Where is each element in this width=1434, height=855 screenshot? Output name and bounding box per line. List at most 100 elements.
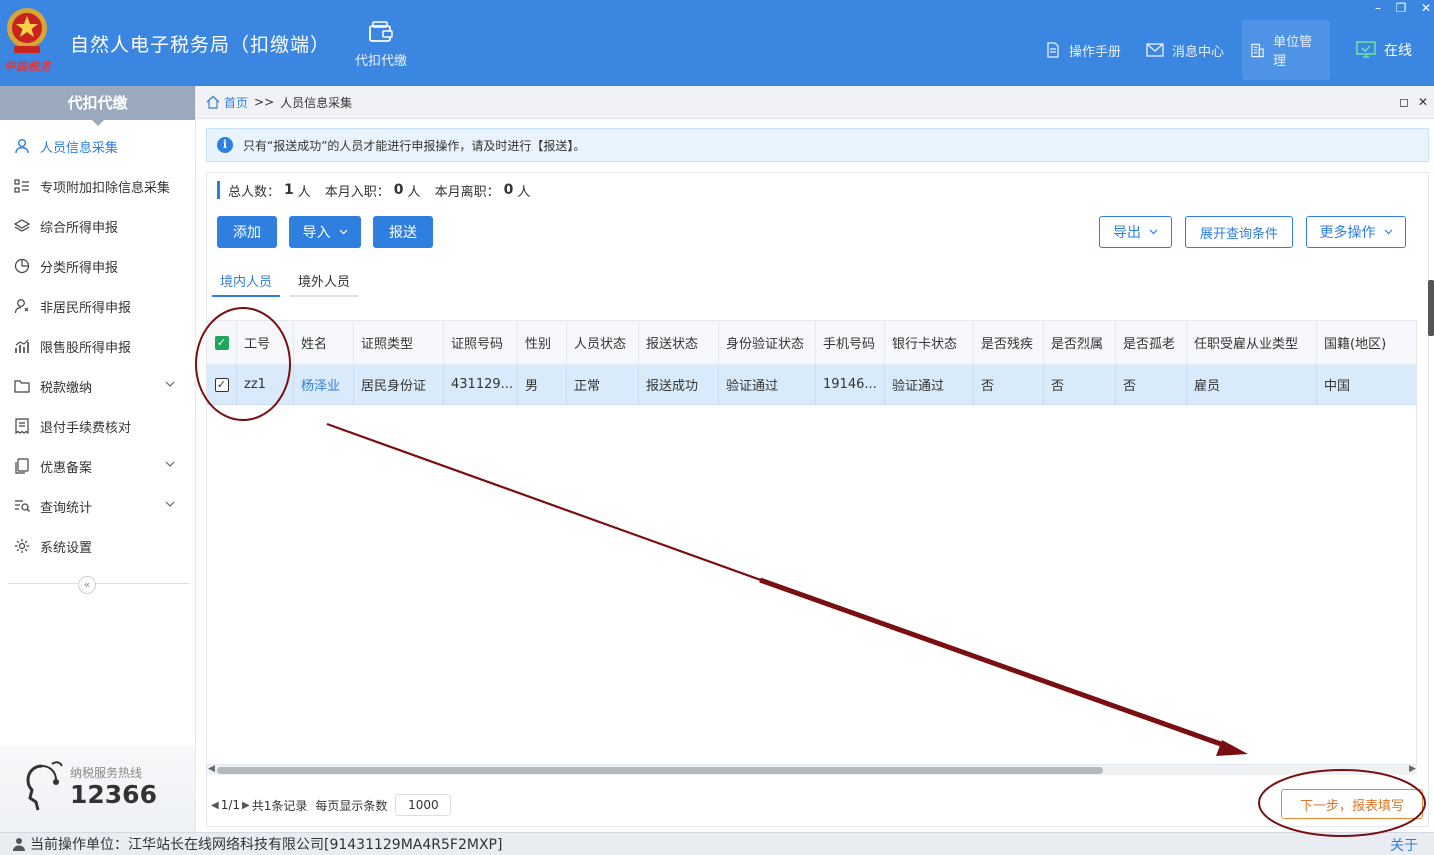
module-withholding[interactable]: 代扣代缴 bbox=[345, 20, 417, 69]
column-header[interactable]: 性别 bbox=[518, 321, 567, 364]
cell-bank-status: 验证通过 bbox=[885, 365, 974, 404]
restore-window-button[interactable]: ❐ bbox=[1393, 1, 1409, 15]
cell-gender: 男 bbox=[518, 365, 567, 404]
sidebar-item-query-stats[interactable]: 查询统计 bbox=[0, 486, 195, 526]
chevron-down-icon bbox=[165, 501, 175, 507]
message-center-label: 消息中心 bbox=[1172, 44, 1225, 60]
manual-button[interactable]: 操作手册 bbox=[1037, 20, 1129, 80]
column-header[interactable]: 人员状态 bbox=[567, 321, 639, 364]
column-header[interactable]: 证照号码 bbox=[444, 321, 518, 364]
info-icon: i bbox=[217, 137, 233, 153]
app-title: 自然人电子税务局（扣缴端） bbox=[70, 34, 331, 56]
sidebar-item-special-deduction[interactable]: 专项附加扣除信息采集 bbox=[0, 166, 195, 206]
select-all-cell[interactable]: ✓ bbox=[207, 321, 237, 364]
expand-query-button[interactable]: 展开查询条件 bbox=[1185, 216, 1293, 248]
row-checkbox[interactable]: ✓ bbox=[214, 377, 229, 392]
vertical-scrollbar[interactable] bbox=[1428, 280, 1434, 336]
total-records: 共1条记录 bbox=[251, 798, 308, 813]
scroll-right-arrow-icon[interactable]: ▶ bbox=[1409, 764, 1416, 774]
tab-domestic[interactable]: 境内人员 bbox=[212, 265, 281, 297]
personnel-tabs: 境内人员 境外人员 bbox=[212, 265, 368, 297]
column-header[interactable]: 是否孤老 bbox=[1116, 321, 1187, 364]
chevron-down-icon bbox=[1149, 229, 1158, 235]
table-header: ✓ 工号 姓名 证照类型 证照号码 性别 人员状态 报送状态 身份验证状态 手机… bbox=[207, 321, 1416, 365]
minimize-window-button[interactable]: – bbox=[1370, 1, 1386, 15]
more-actions-button[interactable]: 更多操作 bbox=[1306, 216, 1406, 248]
sidebar-item-label: 系统设置 bbox=[40, 540, 93, 556]
about-link[interactable]: 关于 bbox=[1390, 835, 1418, 855]
sidebar-item-preferential-filing[interactable]: 优惠备案 bbox=[0, 446, 195, 486]
column-header[interactable]: 证照类型 bbox=[354, 321, 444, 364]
column-header[interactable]: 是否残疾 bbox=[974, 321, 1044, 364]
prev-page-icon[interactable]: ◀ bbox=[211, 800, 219, 811]
sidebar: 代扣代缴 人员信息采集 专项附加扣除信息采集 综合所得申报 分类所得申报 非居民… bbox=[0, 86, 196, 832]
cell-disabled: 否 bbox=[974, 365, 1044, 404]
column-header[interactable]: 国籍(地区) bbox=[1317, 321, 1416, 364]
collapse-sidebar-button[interactable]: « bbox=[78, 576, 96, 594]
column-header[interactable]: 任职受雇从业类型 bbox=[1187, 321, 1317, 364]
import-label: 导入 bbox=[302, 225, 331, 241]
scroll-left-arrow-icon[interactable]: ◀ bbox=[208, 764, 215, 774]
export-button[interactable]: 导出 bbox=[1099, 216, 1172, 248]
submit-button[interactable]: 报送 bbox=[373, 216, 433, 248]
online-status-button[interactable]: 在线 bbox=[1348, 20, 1420, 80]
cell-name-link[interactable]: 杨泽业 bbox=[294, 365, 354, 404]
sidebar-item-restricted-shares[interactable]: 限售股所得申报 bbox=[0, 326, 195, 366]
column-header[interactable]: 姓名 bbox=[294, 321, 354, 364]
unit-management-button[interactable]: 单位管理 bbox=[1242, 20, 1330, 80]
person-icon bbox=[15, 139, 29, 154]
cell-employee-id: zz1 bbox=[237, 365, 294, 404]
page-size-label: 每页显示条数 bbox=[315, 798, 388, 813]
cell-verify-status: 验证通过 bbox=[719, 365, 816, 404]
sidebar-item-tax-payment[interactable]: 税款缴纳 bbox=[0, 366, 195, 406]
notice-text: 只有“报送成功”的人员才能进行申报操作，请及时进行【报送】。 bbox=[243, 138, 586, 153]
close-window-button[interactable]: ✕ bbox=[1418, 1, 1434, 15]
status-bar: 当前操作单位：江华站长在线网络科技有限公司[91431129MA4R5F2MXP… bbox=[0, 832, 1434, 855]
table-row[interactable]: ✓ zz1 杨泽业 居民身份证 431129... 男 正常 报送成功 验证通过… bbox=[207, 365, 1416, 405]
monitor-online-icon bbox=[1356, 41, 1376, 58]
page-size-input[interactable]: 1000 bbox=[395, 794, 452, 816]
mail-icon bbox=[1146, 43, 1164, 57]
row-select-cell[interactable]: ✓ bbox=[207, 365, 237, 404]
module-label: 代扣代缴 bbox=[354, 54, 407, 69]
building-icon bbox=[1251, 43, 1264, 58]
bar-chart-icon bbox=[15, 339, 29, 353]
tab-overseas[interactable]: 境外人员 bbox=[290, 265, 359, 297]
select-all-checkbox[interactable]: ✓ bbox=[214, 335, 229, 350]
column-header[interactable]: 报送状态 bbox=[639, 321, 719, 364]
close-tab-button[interactable]: ✕ bbox=[1418, 95, 1428, 109]
scrollbar-thumb[interactable] bbox=[217, 767, 1103, 774]
personnel-table: ✓ 工号 姓名 证照类型 证照号码 性别 人员状态 报送状态 身份验证状态 手机… bbox=[207, 320, 1417, 765]
column-header[interactable]: 银行卡状态 bbox=[885, 321, 974, 364]
personnel-stats: 总人数： 1 人 本月入职： 0 人 本月离职： 0 人 bbox=[217, 181, 530, 200]
tax-logo-text: 中国税务 bbox=[4, 60, 52, 73]
sidebar-item-comprehensive-income[interactable]: 综合所得申报 bbox=[0, 206, 195, 246]
unit-management-label: 单位管理 bbox=[1273, 35, 1313, 69]
cell-lonely-elderly: 否 bbox=[1116, 365, 1187, 404]
sidebar-item-personnel-info[interactable]: 人员信息采集 bbox=[0, 126, 195, 166]
horizontal-scrollbar[interactable]: ◀ ▶ bbox=[207, 764, 1417, 775]
sidebar-item-classified-income[interactable]: 分类所得申报 bbox=[0, 246, 195, 286]
cell-employment-type: 雇员 bbox=[1187, 365, 1317, 404]
breadcrumb-separator: >> bbox=[254, 95, 275, 109]
sidebar-item-refund-fee-check[interactable]: 退付手续费核对 bbox=[0, 406, 195, 446]
maximize-tab-button[interactable]: ◻ bbox=[1399, 95, 1409, 109]
sidebar-item-nonresident-income[interactable]: 非居民所得申报 bbox=[0, 286, 195, 326]
next-page-icon[interactable]: ▶ bbox=[242, 800, 250, 811]
column-header[interactable]: 是否烈属 bbox=[1044, 321, 1116, 364]
add-button[interactable]: 添加 bbox=[217, 216, 277, 248]
person-outline-icon bbox=[14, 299, 29, 314]
column-header[interactable]: 手机号码 bbox=[816, 321, 885, 364]
sidebar-item-label: 非居民所得申报 bbox=[40, 300, 132, 316]
cell-submit-status: 报送成功 bbox=[639, 365, 719, 404]
sidebar-item-system-settings[interactable]: 系统设置 bbox=[0, 526, 195, 566]
next-step-button[interactable]: 下一步，报表填写 bbox=[1281, 789, 1423, 819]
cell-martyr-family: 否 bbox=[1044, 365, 1116, 404]
column-header[interactable]: 工号 bbox=[237, 321, 294, 364]
breadcrumb-home-link[interactable]: 首页 bbox=[224, 94, 248, 111]
message-center-button[interactable]: 消息中心 bbox=[1138, 20, 1232, 80]
chevron-down-icon bbox=[165, 381, 175, 387]
import-button[interactable]: 导入 bbox=[289, 216, 361, 248]
column-header[interactable]: 身份验证状态 bbox=[719, 321, 816, 364]
sidebar-item-label: 限售股所得申报 bbox=[40, 340, 132, 356]
